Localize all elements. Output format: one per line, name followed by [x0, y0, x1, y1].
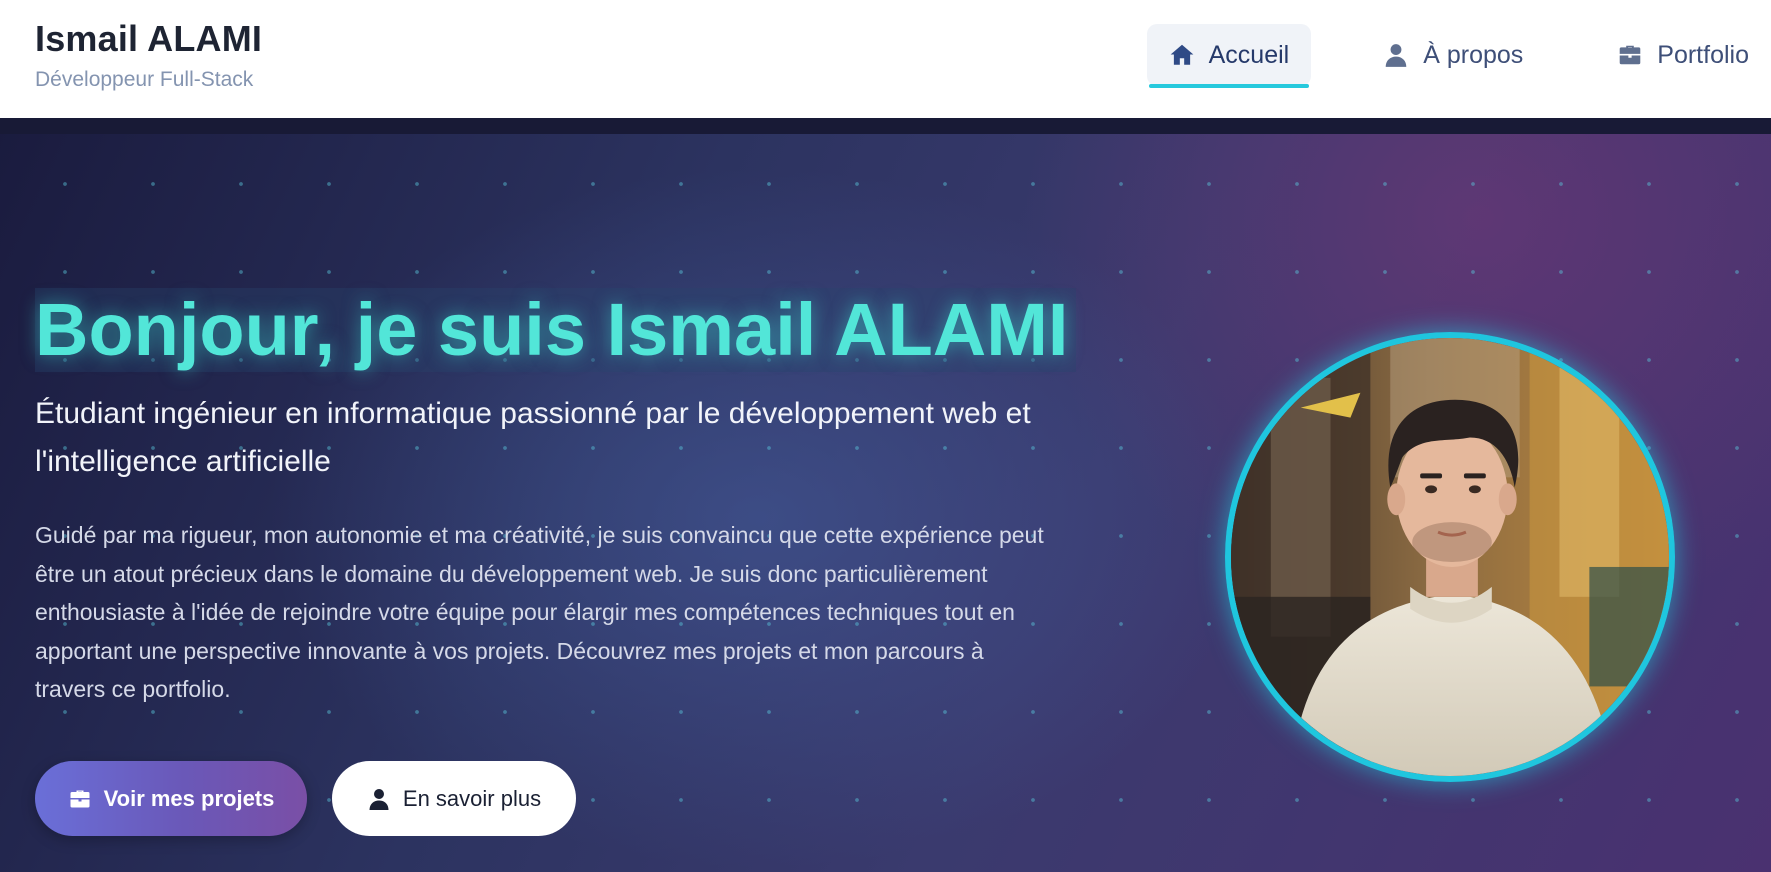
main-nav: Accueil À propos Portfolio: [1146, 24, 1771, 88]
nav-item-label: Portfolio: [1657, 40, 1749, 69]
hero-subtitle: Étudiant ingénieur en informatique passi…: [35, 397, 1031, 478]
nav-item-accueil[interactable]: Accueil: [1146, 24, 1312, 88]
button-label: Voir mes projets: [103, 785, 275, 811]
learn-more-button[interactable]: En savoir plus: [332, 761, 576, 836]
profile-photo-image: [1231, 338, 1669, 776]
home-icon: [1170, 44, 1193, 65]
briefcase-icon: [1619, 45, 1641, 65]
nav-item-portfolio[interactable]: Portfolio: [1595, 24, 1771, 86]
nav-item-a-propos[interactable]: À propos: [1361, 24, 1545, 86]
briefcase-icon: [70, 790, 90, 807]
nav-item-label: À propos: [1423, 40, 1524, 69]
brand[interactable]: Ismail ALAMI Développeur Full-Stack: [35, 18, 262, 92]
nav-item-label: Accueil: [1208, 40, 1290, 69]
site-header: Ismail ALAMI Développeur Full-Stack Accu…: [0, 0, 1771, 118]
hero-title: Bonjour, je suis Ismail ALAMI: [35, 288, 1077, 372]
hero-section: Bonjour, je suis Ismail ALAMI Étudiant i…: [0, 118, 1771, 872]
brand-role: Développeur Full-Stack: [35, 68, 254, 91]
view-projects-button[interactable]: Voir mes projets: [35, 761, 307, 836]
user-icon: [1385, 44, 1407, 67]
brand-name: Ismail ALAMI: [35, 18, 263, 59]
profile-photo: [1225, 332, 1675, 782]
hero-description: Guidé par ma rigueur, mon autonomie et m…: [35, 522, 1044, 702]
button-label: En savoir plus: [402, 785, 542, 811]
user-icon: [369, 788, 389, 810]
